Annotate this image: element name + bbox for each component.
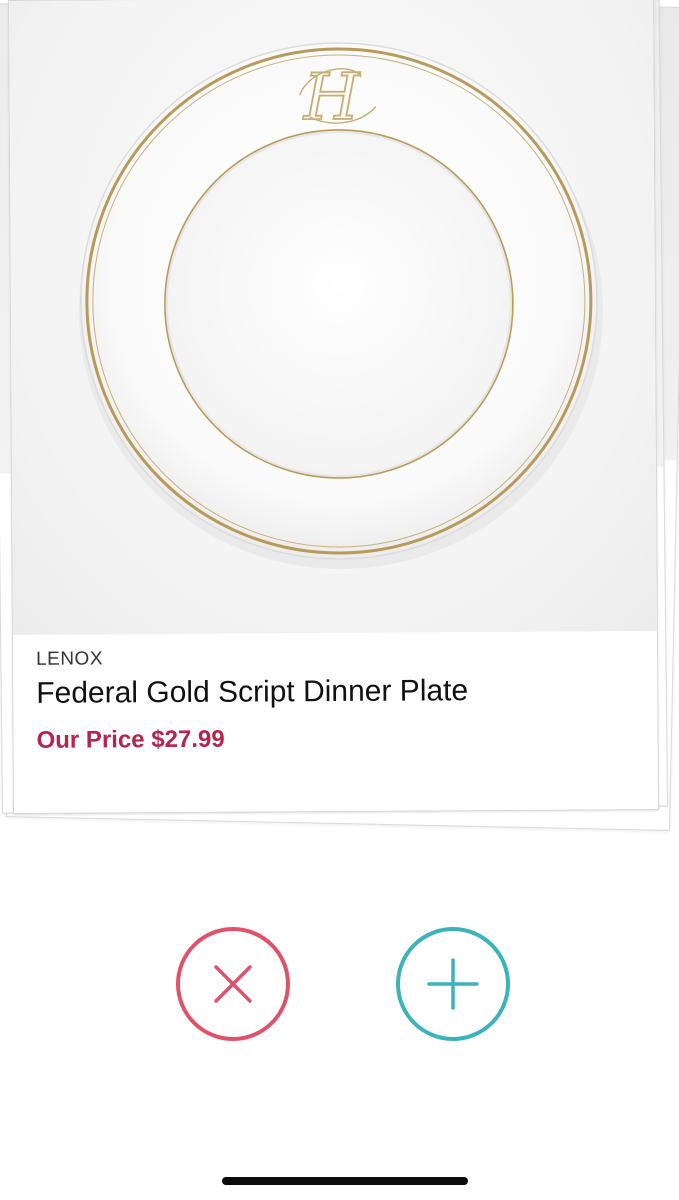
close-icon bbox=[214, 965, 252, 1003]
product-brand: LENOX bbox=[35, 648, 104, 670]
plus-icon bbox=[427, 958, 479, 1010]
product-info: LENOX Federal Gold Script Dinner Plate O… bbox=[12, 631, 658, 813]
product-price: Our Price $27.99 bbox=[36, 725, 225, 754]
screen: I S bbox=[0, 0, 679, 1200]
product-image: H bbox=[9, 0, 657, 635]
product-card[interactable]: H LENOX Federal Gold Script Dinner Plate… bbox=[8, 0, 659, 814]
add-button[interactable] bbox=[396, 927, 510, 1041]
home-indicator[interactable] bbox=[222, 1177, 468, 1185]
monogram-text: H bbox=[303, 61, 361, 135]
dinner-plate-image: H bbox=[78, 42, 603, 569]
dismiss-button[interactable] bbox=[176, 927, 290, 1041]
product-name: Federal Gold Script Dinner Plate bbox=[36, 674, 469, 710]
